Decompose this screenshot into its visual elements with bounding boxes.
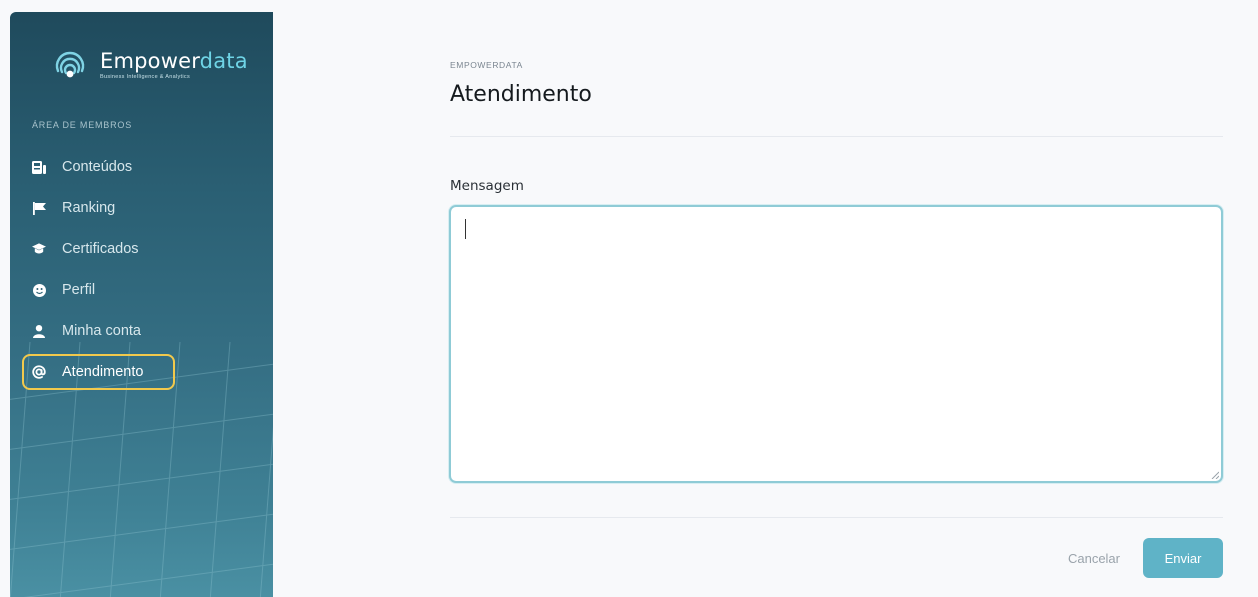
sidebar-section-label: ÁREA DE MEMBROS (32, 120, 133, 130)
sidebar-item-ranking[interactable]: Ranking (22, 190, 175, 226)
sidebar-item-atendimento[interactable]: Atendimento (22, 354, 175, 390)
flag-icon (32, 201, 46, 215)
sidebar-item-conteudos[interactable]: Conteúdos (22, 149, 175, 185)
main-content: EMPOWERDATA Atendimento Mensagem Cancela… (273, 12, 1258, 597)
sidebar-item-minha-conta[interactable]: Minha conta (22, 313, 175, 349)
graduation-cap-icon (32, 242, 46, 256)
sidebar-item-label: Certificados (62, 241, 139, 257)
send-button[interactable]: Enviar (1143, 538, 1223, 578)
page-eyebrow: EMPOWERDATA (450, 60, 523, 70)
sidebar-item-label: Atendimento (62, 364, 144, 380)
cancel-button[interactable]: Cancelar (1068, 551, 1120, 566)
page-title: Atendimento (450, 82, 592, 107)
sidebar-item-label: Perfil (62, 282, 96, 298)
sidebar-nav: Conteúdos Ranking Certificados Perfil Mi… (22, 149, 262, 395)
text-caret (465, 219, 466, 239)
message-label: Mensagem (450, 178, 524, 194)
form-actions: Cancelar Enviar (1068, 538, 1223, 578)
sidebar-item-certificados[interactable]: Certificados (22, 231, 175, 267)
newspaper-icon (32, 160, 46, 174)
app-window: Empowerdata Business Intelligence & Anal… (0, 0, 1258, 597)
smiley-icon (32, 283, 46, 297)
brand-tagline: Business Intelligence & Analytics (100, 74, 190, 80)
sidebar: Empowerdata Business Intelligence & Anal… (10, 12, 273, 597)
brand-logo-icon (55, 51, 85, 78)
header-divider (450, 136, 1223, 137)
sidebar-item-perfil[interactable]: Perfil (22, 272, 175, 308)
brand[interactable]: Empowerdata Business Intelligence & Anal… (50, 40, 260, 90)
message-textarea[interactable] (449, 205, 1223, 483)
sidebar-item-label: Conteúdos (62, 159, 133, 175)
resize-handle-icon[interactable] (1211, 471, 1219, 479)
brand-text: Empowerdata Business Intelligence & Anal… (100, 50, 248, 80)
sidebar-item-label: Minha conta (62, 323, 141, 339)
user-icon (32, 324, 46, 338)
brand-name: Empowerdata (100, 49, 248, 73)
sidebar-item-label: Ranking (62, 200, 116, 216)
footer-divider (450, 517, 1223, 518)
at-sign-icon (32, 365, 46, 379)
